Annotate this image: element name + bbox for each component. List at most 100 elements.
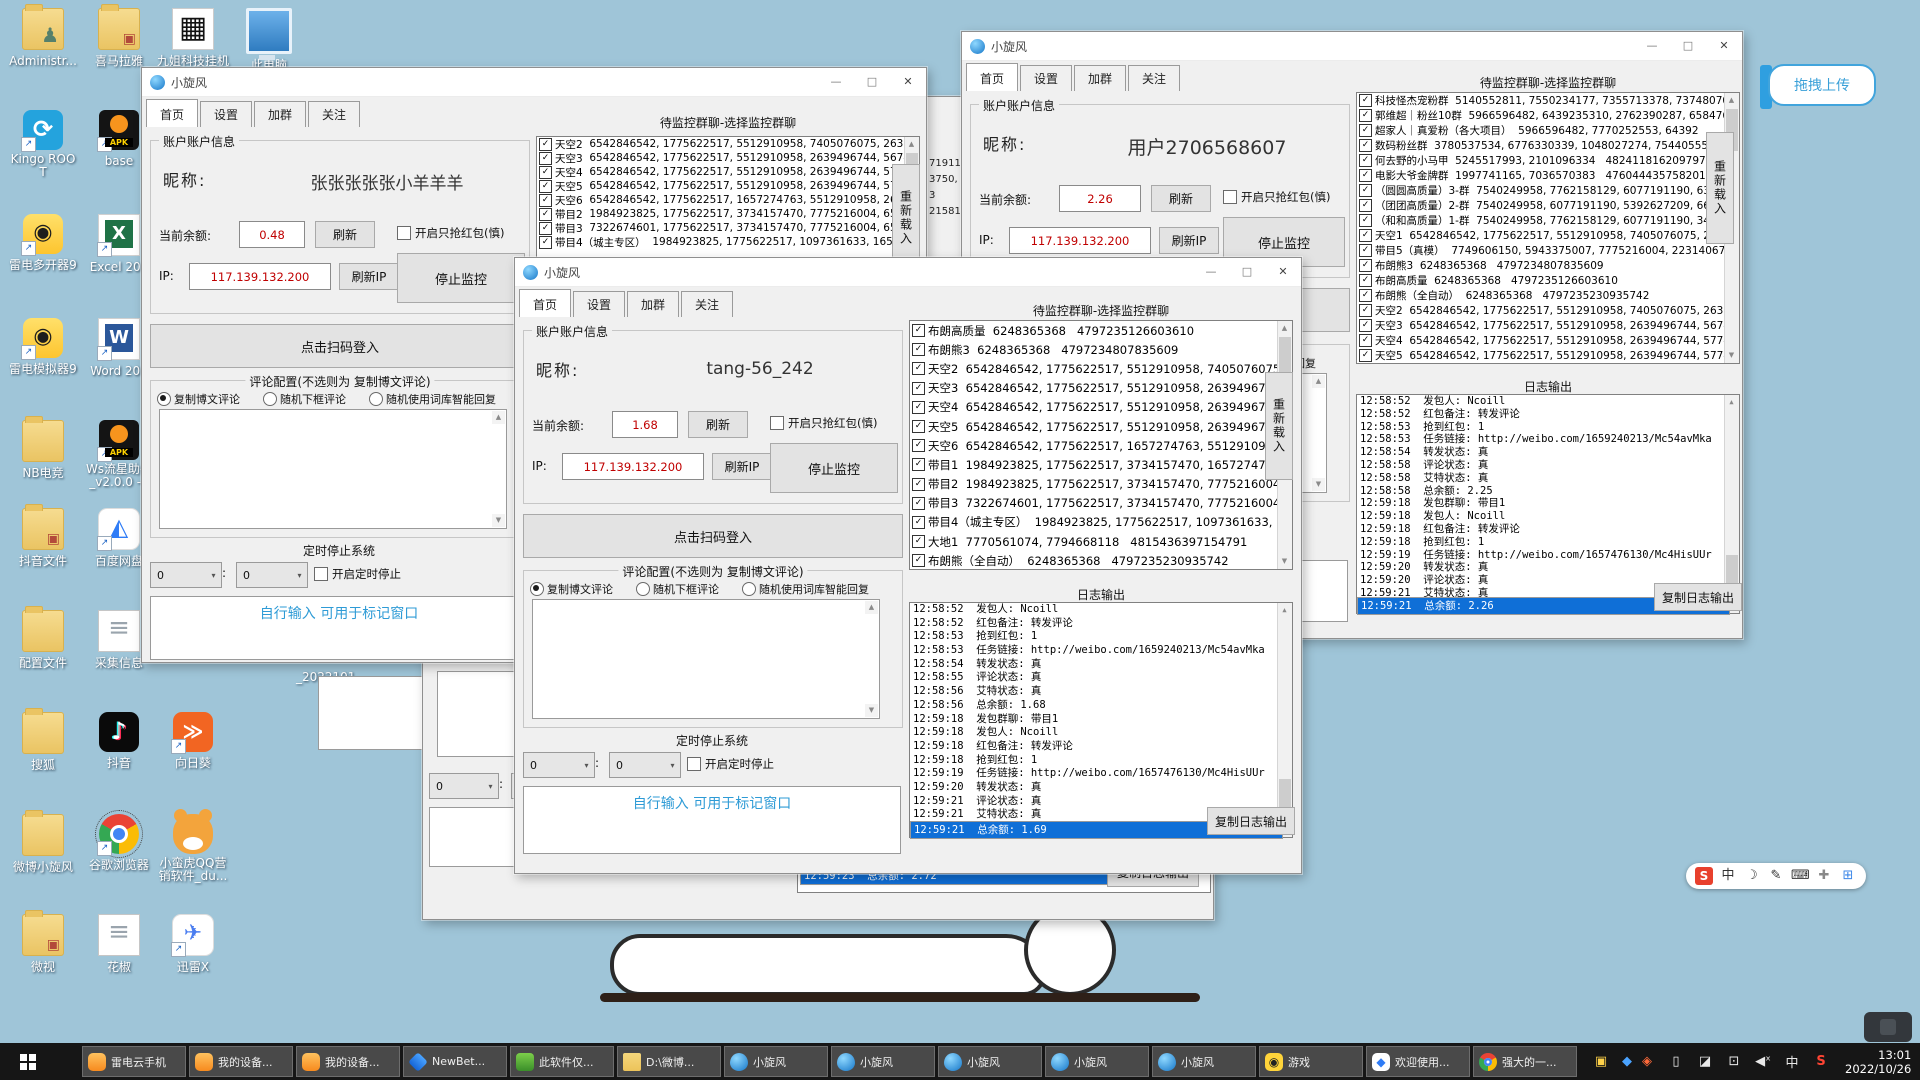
checkbox-checked-icon[interactable] (912, 362, 925, 376)
checkbox-checked-icon[interactable] (1359, 169, 1372, 182)
desktop-icon[interactable]: 抖音 (83, 712, 155, 771)
tray-icon[interactable]: ◀ˣ (1753, 1054, 1773, 1069)
desktop-icon[interactable]: 雷电多开器9 (7, 214, 79, 273)
checkbox-checked-icon[interactable] (912, 515, 925, 529)
watch-list-row[interactable]: 带目5（真模） 7749606150, 5943375007, 77752160… (1357, 243, 1725, 258)
desktop-icon[interactable]: NB电竞 (7, 416, 79, 481)
watch-list-row[interactable]: 天空3 6542846542, 1775622517, 5512910958, … (1357, 318, 1725, 333)
checkbox-checked-icon[interactable] (1359, 124, 1372, 137)
ime-icon[interactable]: ☽ (1743, 867, 1761, 885)
desktop-icon[interactable]: 迅雷X (157, 914, 229, 975)
taskbar-clock[interactable]: 13:01 2022/10/26 (1845, 1048, 1911, 1076)
checkbox-checked-icon[interactable] (1359, 349, 1372, 362)
checkbox-checked-icon[interactable] (1359, 139, 1372, 152)
start-button[interactable] (0, 1043, 56, 1080)
log-scrollbar[interactable] (1724, 395, 1739, 613)
reload-vertical-button[interactable]: 重新载入 (1265, 372, 1293, 480)
tray-icon[interactable]: ⊡ (1724, 1054, 1744, 1069)
watch-list-row[interactable]: 天空6 6542846542, 1775622517, 1657274763, … (537, 193, 905, 207)
scroll-down-icon[interactable] (865, 704, 878, 717)
ip-value[interactable]: 117.139.132.200 (562, 453, 704, 480)
desktop-icon[interactable]: Kingo ROOT (7, 110, 79, 180)
watch-list-row[interactable]: 郭维超｜粉丝10群 5966596482, 6439235310, 276239… (1357, 108, 1725, 123)
redpacket-only-checkbox[interactable]: 开启只抢红包(慎) (770, 415, 877, 431)
tab-join-group[interactable]: 加群 (627, 291, 680, 317)
watch-list-row[interactable]: 带目3 7322674601, 1775622517, 3734157470, … (537, 221, 905, 235)
radio-icon[interactable] (636, 582, 650, 596)
close-button[interactable]: ✕ (890, 68, 926, 96)
radio-smart-reply[interactable]: 随机使用词库智能回复 (369, 391, 496, 407)
copy-log-button[interactable]: 复制日志输出 (1207, 807, 1295, 835)
checkbox-checked-icon[interactable] (912, 496, 925, 510)
refresh-ip-button[interactable]: 刷新IP (1159, 227, 1219, 254)
watch-list-row[interactable]: 布朗熊3 6248365368 4797234807835609 (910, 340, 1278, 359)
reload-vertical-button[interactable]: 重新载入 (1706, 132, 1734, 244)
checkbox-checked-icon[interactable] (1359, 259, 1372, 272)
checkbox-checked-icon[interactable] (912, 400, 925, 414)
timer-minute-select[interactable]: 0 (609, 752, 681, 778)
watch-list-row[interactable]: 布朗熊3 6248365368 4797234807835609 (1357, 258, 1725, 273)
checkbox-checked-icon[interactable] (1359, 289, 1372, 302)
titlebar[interactable]: 小旋风 — □ ✕ (515, 258, 1301, 287)
watch-list-row[interactable]: 布朗高质量 6248365368 4797235126603610 (1357, 273, 1725, 288)
radio-copy-comment[interactable]: 复制博文评论 (157, 391, 240, 407)
checkbox-checked-icon[interactable] (912, 439, 925, 453)
desktop-icon[interactable]: 抖音文件 (7, 504, 79, 569)
refresh-ip-button[interactable]: 刷新IP (339, 263, 399, 290)
radio-icon[interactable] (263, 392, 277, 406)
radio-icon[interactable] (530, 582, 544, 596)
checkbox-checked-icon[interactable] (1359, 109, 1372, 122)
checkbox-checked-icon[interactable] (539, 235, 552, 249)
taskbar-button[interactable]: 我的设备... (189, 1046, 293, 1077)
watch-list-row[interactable]: 带目3 7322674601, 1775622517, 3734157470, … (910, 494, 1278, 513)
taskbar-button[interactable]: 小旋风 (1045, 1046, 1149, 1077)
tab-home[interactable]: 首页 (146, 99, 199, 127)
tray-icon[interactable]: ◆ (1617, 1054, 1637, 1069)
checkbox-box[interactable] (397, 226, 411, 240)
scroll-down-icon[interactable] (1312, 478, 1325, 491)
radio-icon[interactable] (369, 392, 383, 406)
scroll-up-icon[interactable] (1725, 94, 1738, 107)
watch-list-row[interactable]: 天空2 6542846542, 1775622517, 5512910958, … (910, 359, 1278, 378)
watch-list-row[interactable]: 天空4 6542846542, 1775622517, 5512910958, … (537, 165, 905, 179)
scroll-down-icon[interactable] (1278, 555, 1291, 568)
tab-settings[interactable]: 设置 (573, 291, 626, 317)
checkbox-checked-icon[interactable] (912, 554, 925, 568)
tab-home[interactable]: 首页 (966, 63, 1019, 91)
scroll-up-icon[interactable] (1725, 396, 1738, 409)
checkbox-checked-icon[interactable] (539, 151, 552, 165)
scroll-up-icon[interactable] (1312, 375, 1325, 388)
radio-copy-comment[interactable]: 复制博文评论 (530, 581, 613, 597)
watch-list-row[interactable]: 布朗熊（全自动） 6248365368 4797235230935742 (910, 551, 1278, 569)
taskbar-button[interactable]: NewBet... (403, 1046, 507, 1077)
titlebar[interactable]: 小旋风 — □ ✕ (962, 32, 1742, 61)
scroll-up-icon[interactable] (1278, 322, 1291, 335)
stop-monitor-button[interactable]: 停止监控 (770, 443, 898, 493)
watch-list-row[interactable]: 天空3 6542846542, 1775622517, 5512910958, … (537, 151, 905, 165)
checkbox-checked-icon[interactable] (1359, 94, 1372, 107)
tab-settings[interactable]: 设置 (200, 101, 253, 127)
watch-list[interactable]: 布朗高质量 6248365368 4797235126603610布朗熊3 62… (909, 320, 1293, 570)
checkbox-checked-icon[interactable] (539, 221, 552, 235)
tray-icon[interactable]: ▣ (1591, 1054, 1611, 1069)
comment-textarea[interactable] (532, 599, 880, 719)
scroll-up-icon[interactable] (905, 138, 918, 151)
tab-follow[interactable]: 关注 (308, 101, 361, 127)
scroll-up-icon[interactable] (492, 411, 505, 424)
redpacket-only-checkbox[interactable]: 开启只抢红包(慎) (1223, 189, 1330, 205)
checkbox-checked-icon[interactable] (912, 343, 925, 357)
watch-list-row[interactable]: 带目4（城主专区） 1984923825, 1775622517, 109736… (910, 513, 1278, 532)
taskbar-button[interactable]: 此软件仅... (510, 1046, 614, 1077)
checkbox-box[interactable] (314, 567, 328, 581)
watch-list-row[interactable]: 布朗高质量 6248365368 4797235126603610 (910, 321, 1278, 340)
radio-icon[interactable] (157, 392, 171, 406)
desktop-icon[interactable]: Administr... (7, 4, 79, 69)
desktop-icon[interactable]: 九姐科技挂机 (157, 8, 229, 69)
titlebar[interactable]: 小旋风 — □ ✕ (142, 68, 926, 97)
ime-icon[interactable]: ⌨ (1791, 867, 1810, 885)
note-box[interactable]: 自行输入 可用于标记窗口 (523, 786, 901, 854)
checkbox-checked-icon[interactable] (1359, 214, 1372, 227)
timer-enable-checkbox[interactable]: 开启定时停止 (314, 566, 401, 582)
scan-login-button[interactable]: 点击扫码登入 (523, 514, 903, 558)
tab-follow[interactable]: 关注 (681, 291, 734, 317)
